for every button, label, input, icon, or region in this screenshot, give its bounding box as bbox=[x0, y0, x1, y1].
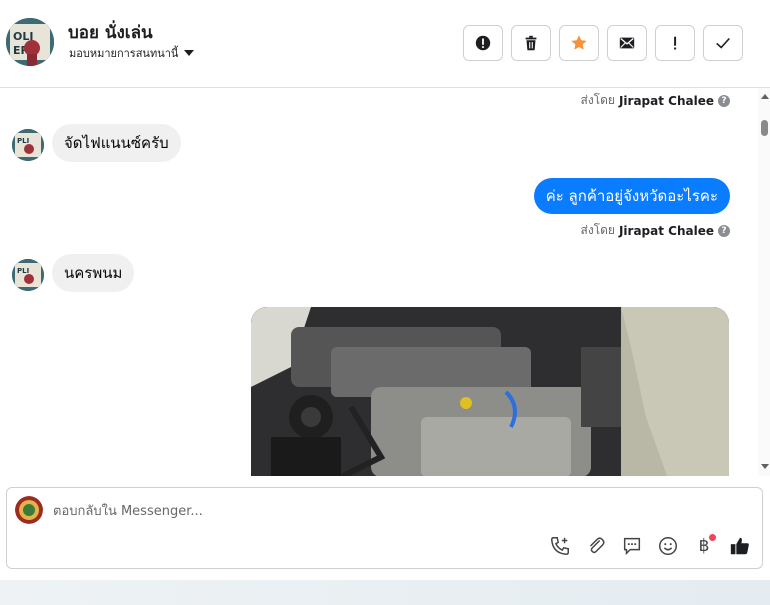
exclamation-icon bbox=[674, 36, 677, 50]
delete-button[interactable] bbox=[511, 25, 551, 61]
sender-name: Jirapat Chalee bbox=[618, 223, 714, 238]
like-button[interactable] bbox=[728, 534, 752, 558]
baht-icon: ฿ bbox=[698, 536, 710, 556]
reply-input[interactable] bbox=[53, 498, 733, 524]
thread-scrollbar[interactable] bbox=[758, 88, 770, 476]
scroll-thumb[interactable] bbox=[761, 120, 768, 136]
checkmark-icon bbox=[716, 37, 730, 49]
emoji-icon bbox=[659, 537, 677, 555]
message-thread[interactable]: ส่งโดย Jirapat Chalee ? PLI จัดไฟแนนซ์คร… bbox=[0, 88, 770, 476]
assign-label: มอบหมายการสนทนานี้ bbox=[69, 47, 179, 60]
spam-button[interactable] bbox=[463, 25, 503, 61]
contact-avatar-small: PLI bbox=[12, 259, 44, 291]
attachment-button[interactable] bbox=[584, 534, 608, 558]
incoming-message: จัดไฟแนนซ์ครับ bbox=[52, 124, 181, 162]
done-button[interactable] bbox=[703, 25, 743, 61]
contact-avatar[interactable]: OLI ER bbox=[6, 18, 54, 66]
alert-circle-icon bbox=[475, 35, 491, 51]
scroll-down-arrow[interactable] bbox=[761, 464, 769, 469]
add-call-icon bbox=[551, 537, 569, 555]
star-button[interactable] bbox=[559, 25, 599, 61]
outgoing-message: ค่ะ ลูกค้าอยู่จังหวัดอะไรคะ bbox=[533, 178, 730, 214]
contact-avatar-small: PLI bbox=[12, 129, 44, 161]
trash-icon bbox=[525, 35, 537, 51]
sent-by-label: ส่งโดย Jirapat Chalee ? bbox=[581, 91, 730, 110]
add-call-button[interactable] bbox=[548, 534, 572, 558]
svg-text:PLI: PLI bbox=[17, 267, 29, 275]
mail-icon bbox=[619, 37, 635, 49]
reply-composer: ฿ bbox=[6, 487, 763, 569]
page-footer-background bbox=[0, 580, 770, 605]
emoji-button[interactable] bbox=[656, 534, 680, 558]
like-icon bbox=[730, 537, 749, 555]
composer-tools: ฿ bbox=[548, 534, 752, 558]
notification-dot bbox=[709, 534, 716, 541]
saved-replies-button[interactable] bbox=[620, 534, 644, 558]
assign-conversation-dropdown[interactable]: มอบหมายการสนทนานี้ bbox=[69, 44, 195, 62]
sent-by-label: ส่งโดย Jirapat Chalee ? bbox=[581, 221, 730, 240]
payment-button[interactable]: ฿ bbox=[692, 534, 716, 558]
conversation-header: OLI ER บอย นั่งเล่น มอบหมายการสนทนานี้ bbox=[0, 0, 770, 88]
contact-name: บอย นั่งเล่น bbox=[68, 23, 153, 43]
saved-replies-icon bbox=[623, 537, 641, 556]
sender-name: Jirapat Chalee bbox=[618, 93, 714, 108]
engine-photo-attachment[interactable] bbox=[251, 307, 729, 476]
follow-up-button[interactable] bbox=[655, 25, 695, 61]
attachment-icon bbox=[589, 537, 605, 554]
svg-text:PLI: PLI bbox=[17, 137, 29, 145]
conversation-actions bbox=[463, 25, 743, 61]
incoming-message: นครพนม bbox=[52, 254, 135, 292]
page-avatar bbox=[15, 496, 43, 524]
star-icon bbox=[571, 35, 587, 50]
help-icon[interactable]: ? bbox=[718, 94, 730, 107]
scroll-up-arrow[interactable] bbox=[761, 94, 769, 99]
help-icon[interactable]: ? bbox=[718, 224, 730, 237]
unread-button[interactable] bbox=[607, 25, 647, 61]
chevron-down-icon bbox=[184, 50, 195, 56]
